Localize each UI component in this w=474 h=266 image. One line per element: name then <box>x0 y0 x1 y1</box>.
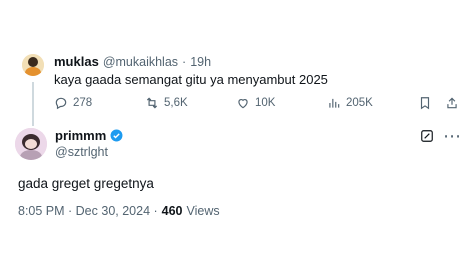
more-options-icon[interactable]: ⋯ <box>443 126 462 147</box>
grok-icon <box>421 130 433 142</box>
retweet-button[interactable]: 5,6K <box>145 96 188 110</box>
reply-header: muklas @mukaikhlas · 19h <box>54 54 211 69</box>
tweet-timestamp[interactable]: 8:05 PM · Dec 30, 2024 · <box>18 204 158 218</box>
like-count: 10K <box>255 97 276 109</box>
share-button[interactable] <box>445 96 459 115</box>
avatar[interactable] <box>15 128 47 160</box>
retweet-count: 5,6K <box>164 97 188 109</box>
views-count: 460 <box>161 204 183 218</box>
avatar-image <box>15 128 47 160</box>
bookmark-button[interactable] <box>418 96 432 115</box>
reply-count: 278 <box>73 97 93 109</box>
reply-button[interactable]: 278 <box>54 96 92 110</box>
tweet-text: kaya gaada semangat gitu ya menyambut 20… <box>54 72 328 87</box>
like-button[interactable]: 10K <box>236 96 275 110</box>
verified-badge-icon <box>110 129 123 142</box>
author-row: primmm <box>55 128 123 143</box>
avatar[interactable] <box>22 54 44 76</box>
share-icon <box>447 97 457 109</box>
views-icon <box>329 98 340 108</box>
tweet-time[interactable]: 19h <box>190 55 211 69</box>
author-name[interactable]: primmm <box>55 128 106 143</box>
reply-icon <box>55 97 67 110</box>
separator: · <box>182 55 187 69</box>
bookmark-icon <box>420 97 430 110</box>
author-handle[interactable]: @mukaikhlas <box>103 55 178 69</box>
author-name[interactable]: muklas <box>54 54 99 69</box>
retweet-icon <box>146 97 158 109</box>
avatar-image <box>22 54 44 76</box>
like-icon <box>238 99 248 109</box>
views-count: 205K <box>346 97 373 109</box>
thread-line <box>32 82 34 126</box>
views-label: Views <box>186 204 220 218</box>
tweet-meta: 8:05 PM · Dec 30, 2024 · 460 Views <box>18 204 220 218</box>
tweet-text: gada greget gregetnya <box>18 176 154 191</box>
views-button[interactable]: 205K <box>327 96 373 110</box>
author-handle[interactable]: @sztrlght <box>55 145 108 159</box>
grok-button[interactable] <box>420 129 434 148</box>
